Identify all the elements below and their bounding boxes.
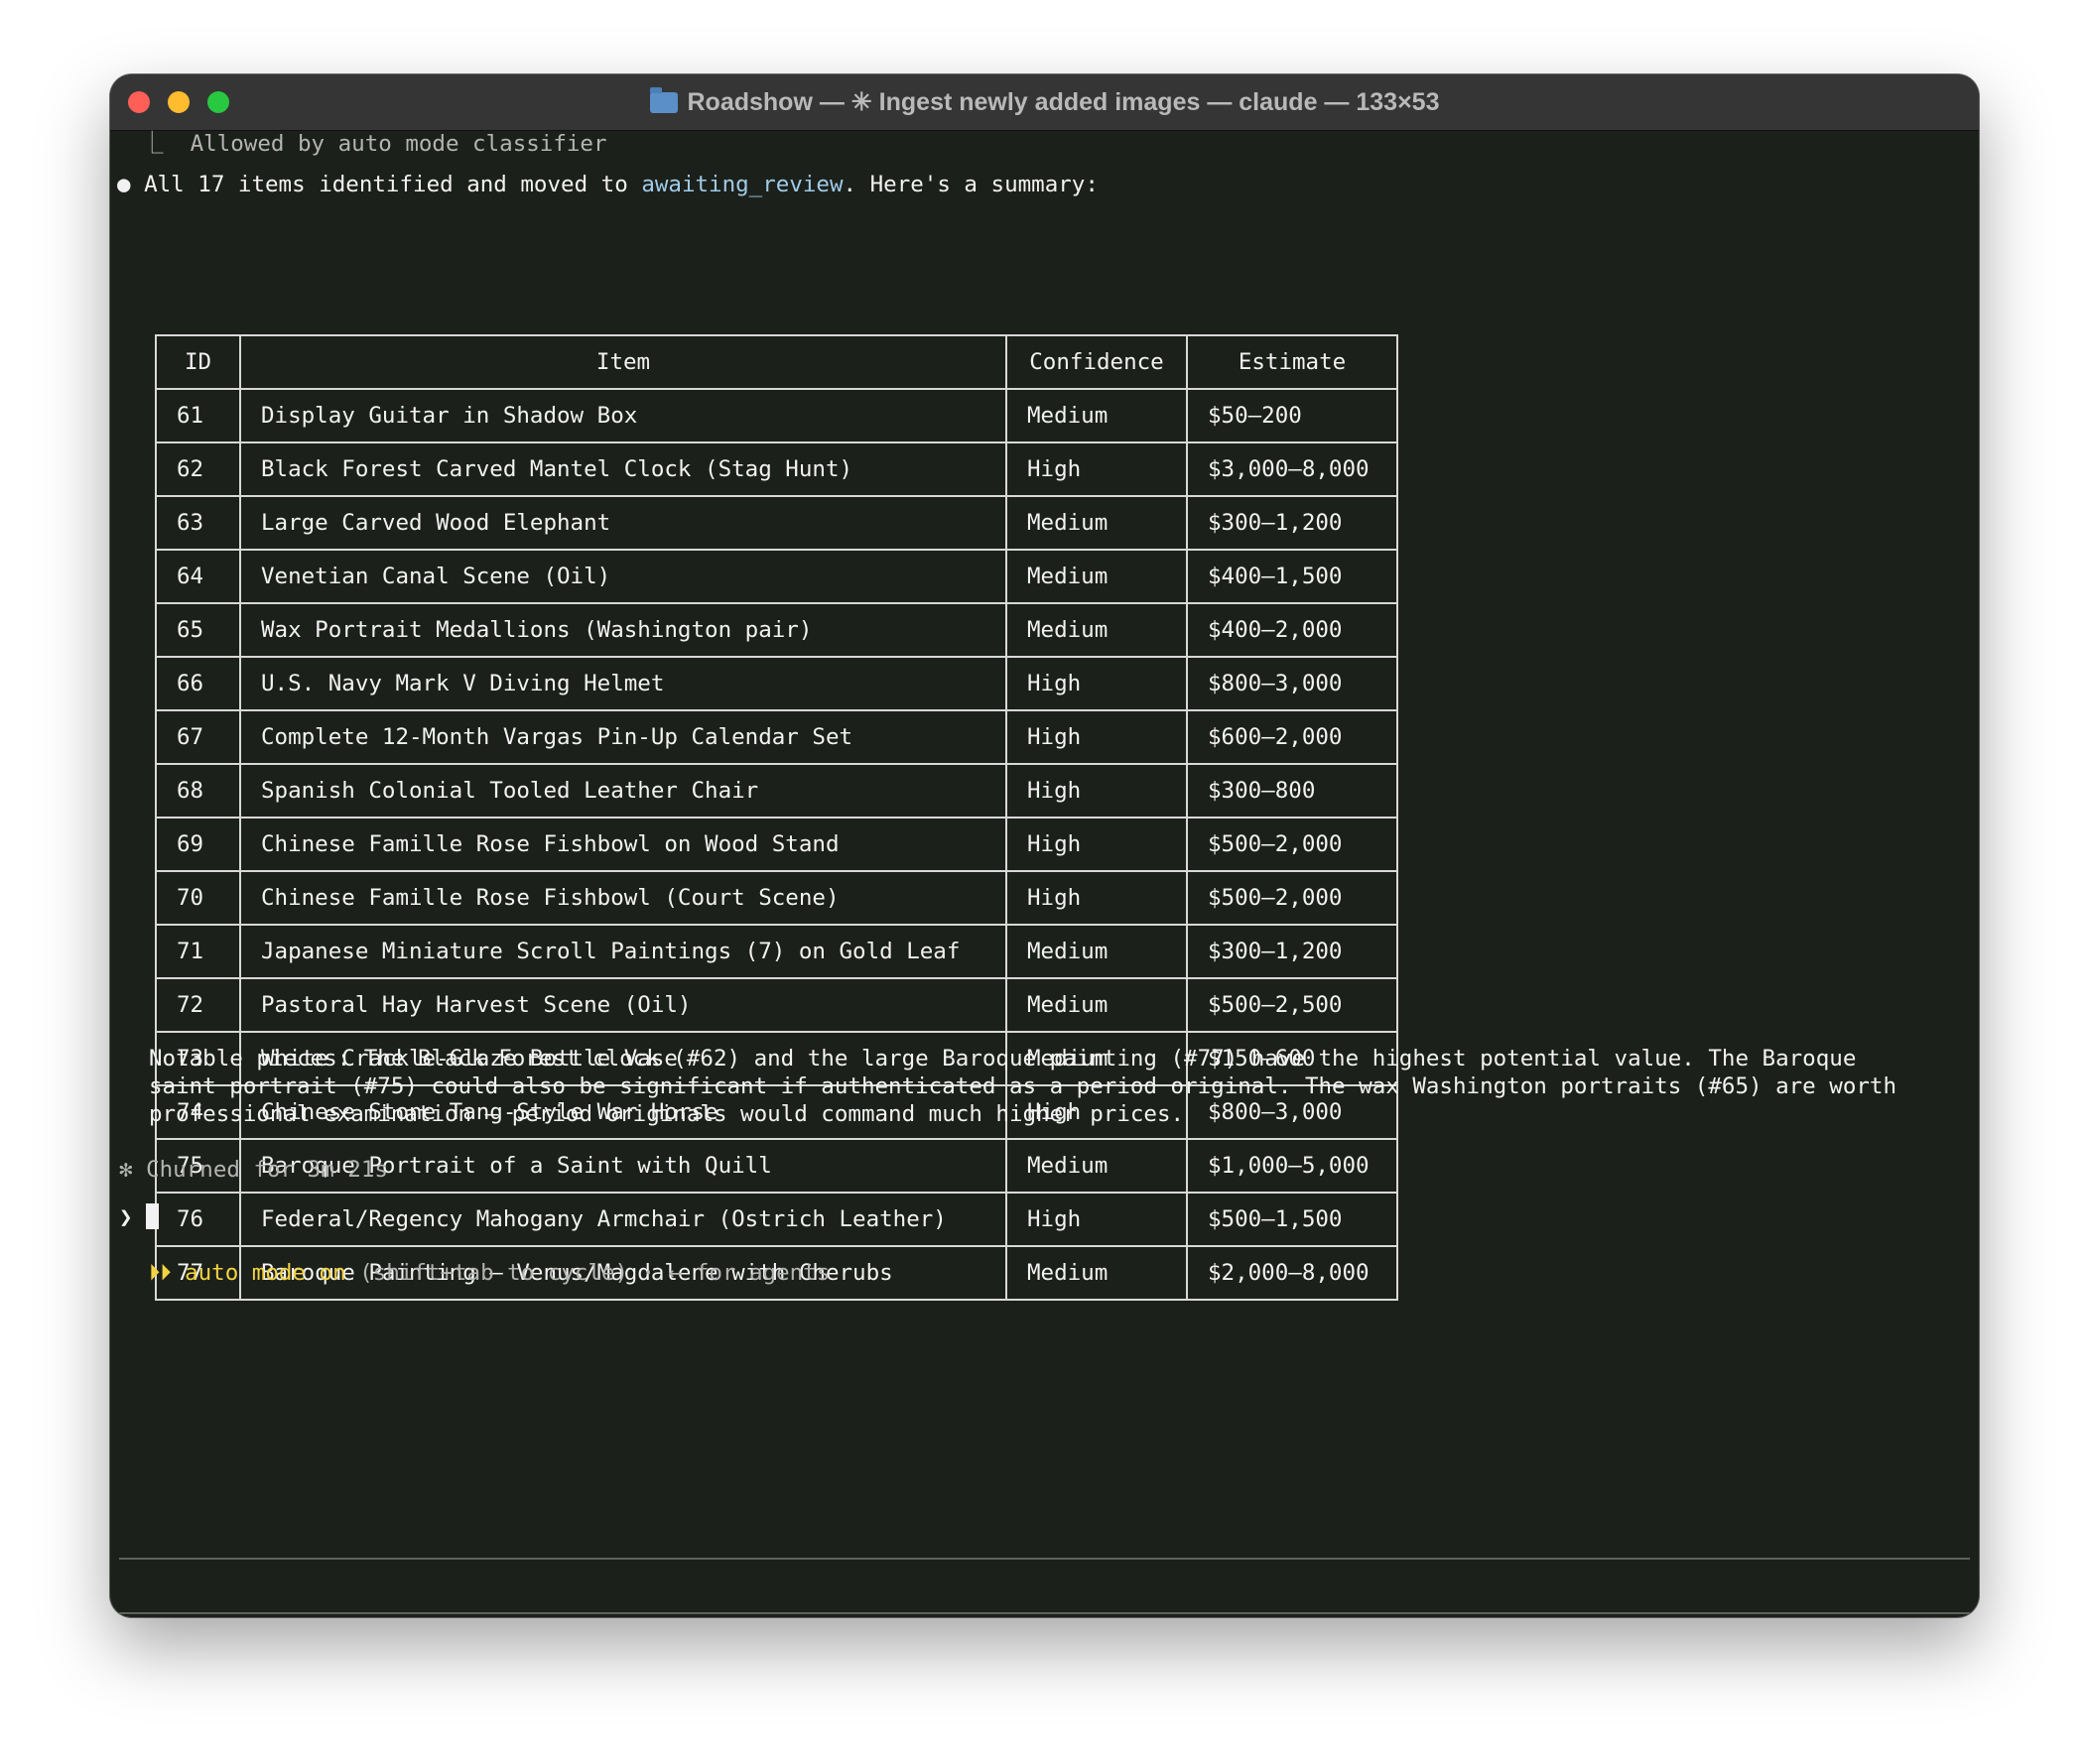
table-row: 71 Japanese Miniature Scroll Paintings (7…	[155, 924, 1398, 979]
table-row: 61 Display Guitar in Shadow Box Medium $50–…	[155, 388, 1398, 443]
cell-item: Display Guitar in Shadow Box	[239, 388, 1007, 443]
column-header-confidence: Confidence	[1005, 334, 1188, 390]
cell-confidence: High	[1005, 763, 1188, 819]
cell-confidence: High	[1005, 870, 1188, 926]
terminal-window: Roadshow — ✳ Ingest newly added images —…	[110, 74, 1979, 1617]
table-row: 65 Wax Portrait Medallions (Washington pa…	[155, 602, 1398, 658]
cell-estimate: $400–2,000	[1186, 602, 1398, 658]
cell-estimate: $500–2,000	[1186, 870, 1398, 926]
cell-id: 76	[155, 1192, 241, 1247]
status-footer: ⏵⏵ auto mode on (shift+tab to cycle) · ←…	[149, 1259, 830, 1287]
cell-id: 66	[155, 656, 241, 711]
cell-estimate: $1,000–5,000	[1186, 1138, 1398, 1194]
cell-confidence: High	[1005, 656, 1188, 711]
summary-suffix: . Here's a summary:	[843, 172, 1099, 197]
cell-confidence: Medium	[1005, 549, 1188, 604]
cell-item: Federal/Regency Mahogany Armchair (Ostri…	[239, 1192, 1007, 1247]
notes-line-1: Notable pieces: The Black Forest clock (…	[149, 1046, 1857, 1071]
cell-item: Chinese Famille Rose Fishbowl on Wood St…	[239, 817, 1007, 872]
cell-item: Japanese Miniature Scroll Paintings (7) …	[239, 924, 1007, 979]
prompt-divider-top	[119, 1558, 1970, 1560]
table-row: 69 Chinese Famille Rose Fishbowl on Wood …	[155, 817, 1398, 872]
bullet-icon: ●	[117, 172, 131, 197]
notes-line-2: saint portrait (#75) could also be signi…	[149, 1073, 1896, 1099]
cell-confidence: Medium	[1005, 924, 1188, 979]
status-link: awaiting_review	[641, 172, 844, 197]
table-row: 68 Spanish Colonial Tooled Leather Chair H…	[155, 763, 1398, 819]
cell-id: 69	[155, 817, 241, 872]
prompt-line[interactable]: ❯	[119, 1203, 160, 1231]
cell-estimate: $500–1,500	[1186, 1192, 1398, 1247]
text-cursor[interactable]	[146, 1203, 160, 1229]
cell-confidence: Medium	[1005, 602, 1188, 658]
cell-item: Complete 12-Month Vargas Pin-Up Calendar…	[239, 709, 1007, 765]
table-row: 76 Federal/Regency Mahogany Armchair (Ost…	[155, 1192, 1398, 1247]
cell-estimate: $50–200	[1186, 388, 1398, 443]
cell-estimate: $300–1,200	[1186, 495, 1398, 551]
cell-id: 68	[155, 763, 241, 819]
cell-id: 63	[155, 495, 241, 551]
cell-confidence: Medium	[1005, 495, 1188, 551]
table-header-row: ID Item Confidence Estimate	[155, 334, 1398, 390]
title-bar[interactable]: Roadshow — ✳ Ingest newly added images —…	[110, 74, 1979, 131]
prompt-divider-bottom	[119, 1612, 1970, 1614]
folder-icon	[649, 87, 678, 113]
churn-status: ✻ Churned for 3m 21s	[119, 1157, 388, 1183]
auto-mode-label[interactable]: auto mode on	[185, 1260, 346, 1286]
summary-prefix: All 17 items identified and moved to	[144, 172, 642, 197]
summary-line: ● All 17 items identified and moved to a…	[117, 171, 1099, 198]
table-row: 70 Chinese Famille Rose Fishbowl (Court S…	[155, 870, 1398, 926]
column-header-estimate: Estimate	[1186, 334, 1398, 390]
cell-confidence: High	[1005, 1192, 1188, 1247]
window-title: Roadshow — ✳ Ingest newly added images —…	[687, 88, 1440, 116]
cell-estimate: $800–3,000	[1186, 656, 1398, 711]
fast-forward-icon: ⏵⏵	[149, 1260, 172, 1286]
table-row: 67 Complete 12-Month Vargas Pin-Up Calend…	[155, 709, 1398, 765]
cell-estimate: $600–2,000	[1186, 709, 1398, 765]
column-header-id: ID	[155, 334, 241, 390]
table-row: 63 Large Carved Wood Elephant Medium $300–1…	[155, 495, 1398, 551]
footer-hint: (shift+tab to cycle) · ← for agents	[345, 1260, 831, 1286]
cell-id: 71	[155, 924, 241, 979]
cell-estimate: $400–1,500	[1186, 549, 1398, 604]
table-row: 62 Black Forest Carved Mantel Clock (Stag…	[155, 441, 1398, 497]
cell-confidence: High	[1005, 817, 1188, 872]
cell-confidence: Medium	[1005, 388, 1188, 443]
cell-id: 62	[155, 441, 241, 497]
cell-item: Black Forest Carved Mantel Clock (Stag H…	[239, 441, 1007, 497]
classifier-line: ⎿ Allowed by auto mode classifier	[141, 131, 607, 157]
cell-id: 61	[155, 388, 241, 443]
cell-item: Wax Portrait Medallions (Washington pair…	[239, 602, 1007, 658]
prompt-icon: ❯	[119, 1204, 133, 1230]
cell-confidence: Medium	[1005, 977, 1188, 1033]
cell-item: Venetian Canal Scene (Oil)	[239, 549, 1007, 604]
table-row: 64 Venetian Canal Scene (Oil) Medium $400–1…	[155, 549, 1398, 604]
cell-id: 70	[155, 870, 241, 926]
cell-estimate: $500–2,000	[1186, 817, 1398, 872]
cell-confidence: Medium	[1005, 1138, 1188, 1194]
cell-estimate: $2,000–8,000	[1186, 1245, 1398, 1301]
cell-confidence: Medium	[1005, 1245, 1188, 1301]
cell-confidence: High	[1005, 709, 1188, 765]
table-row: 72 Pastoral Hay Harvest Scene (Oil) Medium…	[155, 977, 1398, 1033]
cell-id: 67	[155, 709, 241, 765]
column-header-item: Item	[239, 334, 1007, 390]
cell-id: 65	[155, 602, 241, 658]
cell-item: U.S. Navy Mark V Diving Helmet	[239, 656, 1007, 711]
cell-estimate: $300–800	[1186, 763, 1398, 819]
window-title-container: Roadshow — ✳ Ingest newly added images —…	[110, 74, 1979, 130]
terminal-content[interactable]: ⎿ Allowed by auto mode classifier ● All …	[110, 130, 1979, 1617]
cell-item: Spanish Colonial Tooled Leather Chair	[239, 763, 1007, 819]
cell-id: 72	[155, 977, 241, 1033]
cell-item: Chinese Famille Rose Fishbowl (Court Sce…	[239, 870, 1007, 926]
cell-id: 64	[155, 549, 241, 604]
notes-line-3: professional examination – period origin…	[149, 1101, 1185, 1127]
cell-item: Pastoral Hay Harvest Scene (Oil)	[239, 977, 1007, 1033]
table-row: 66 U.S. Navy Mark V Diving Helmet High $800…	[155, 656, 1398, 711]
cell-confidence: High	[1005, 441, 1188, 497]
cell-estimate: $500–2,500	[1186, 977, 1398, 1033]
cell-estimate: $3,000–8,000	[1186, 441, 1398, 497]
cell-item: Large Carved Wood Elephant	[239, 495, 1007, 551]
cell-estimate: $300–1,200	[1186, 924, 1398, 979]
